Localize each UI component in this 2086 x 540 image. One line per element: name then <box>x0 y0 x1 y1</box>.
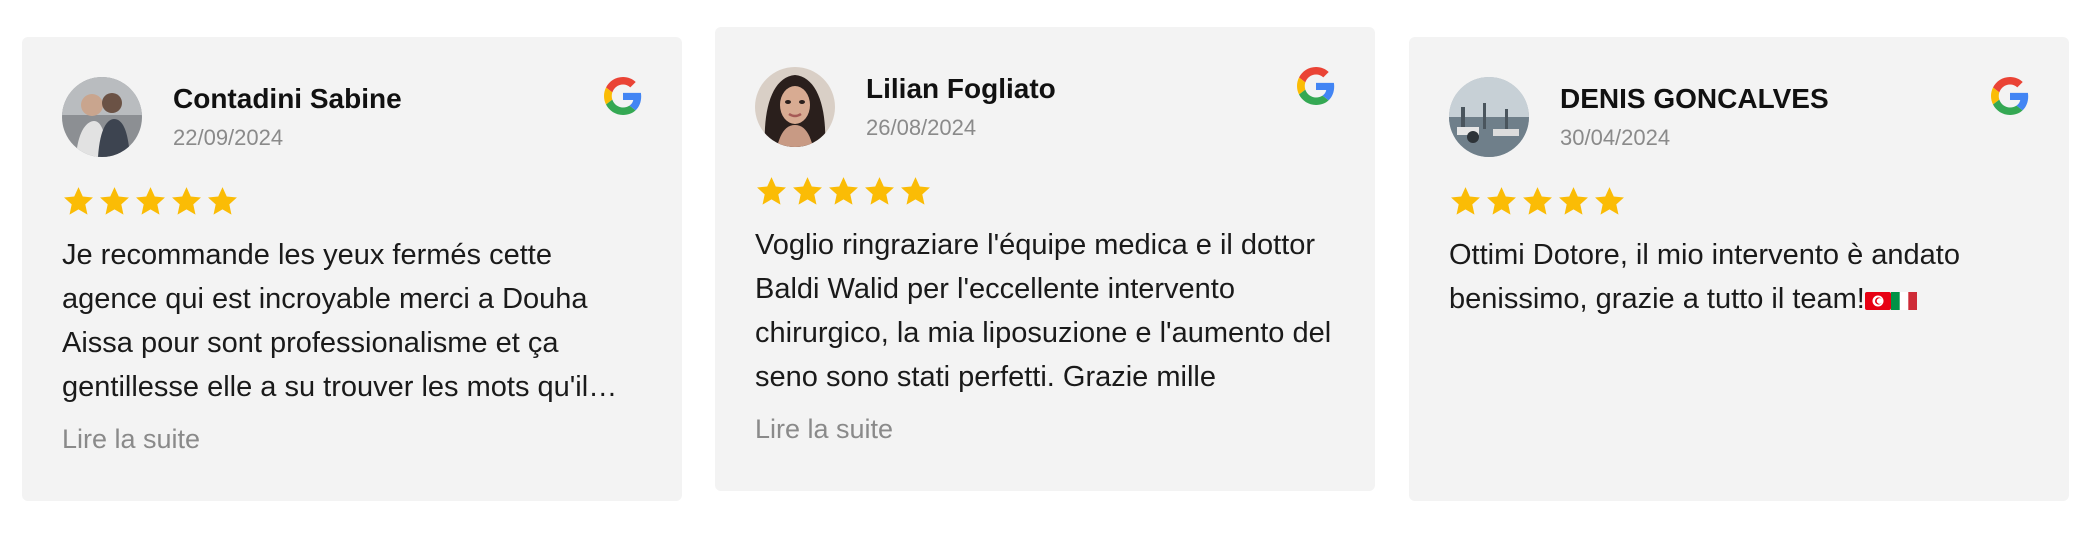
google-icon <box>1991 77 2029 115</box>
review-text: Je recommande les yeux fermés cette agen… <box>62 239 589 403</box>
star-icon <box>863 175 896 208</box>
star-icon <box>98 185 131 218</box>
star-rating <box>755 175 932 208</box>
review-card: Lilian Fogliato 26/08/2024 Voglio ringra… <box>715 27 1375 491</box>
review-text: Ottimi Dotore, il mio intervento è andat… <box>1449 233 2039 321</box>
star-icon <box>1593 185 1626 218</box>
reviewer-name: Lilian Fogliato <box>866 73 1056 104</box>
avatar <box>62 77 142 157</box>
star-icon <box>755 175 788 208</box>
star-rating <box>62 185 239 218</box>
review-date: 22/09/2024 <box>173 125 284 150</box>
read-more-link[interactable]: Lire la suite <box>755 414 893 445</box>
google-icon <box>604 77 642 115</box>
review-date: 26/08/2024 <box>866 115 977 140</box>
star-icon <box>791 175 824 208</box>
avatar <box>755 67 835 147</box>
star-icon <box>827 175 860 208</box>
star-icon <box>1557 185 1590 218</box>
review-card: DENIS GONCALVES 30/04/2024 Ottimi Dotore… <box>1409 37 2069 501</box>
star-icon <box>1449 185 1482 218</box>
review-date: 30/04/2024 <box>1560 125 1671 150</box>
italy-flag-icon <box>1890 292 1917 310</box>
tunisia-flag-icon <box>1864 292 1891 310</box>
review-text: Voglio ringraziare l'équipe medica e il … <box>755 229 1332 393</box>
star-icon <box>170 185 203 218</box>
star-rating <box>1449 185 1626 218</box>
star-icon <box>62 185 95 218</box>
star-icon <box>1521 185 1554 218</box>
google-icon <box>1297 67 1335 105</box>
star-icon <box>1485 185 1518 218</box>
reviewer-name: DENIS GONCALVES <box>1560 83 1829 114</box>
star-icon <box>134 185 167 218</box>
review-card: Contadini Sabine 22/09/2024 Je recommand… <box>22 37 682 501</box>
star-icon <box>899 175 932 208</box>
reviewer-name: Contadini Sabine <box>173 83 402 114</box>
star-icon <box>206 185 239 218</box>
avatar <box>1449 77 1529 157</box>
read-more-link[interactable]: Lire la suite <box>62 424 200 455</box>
